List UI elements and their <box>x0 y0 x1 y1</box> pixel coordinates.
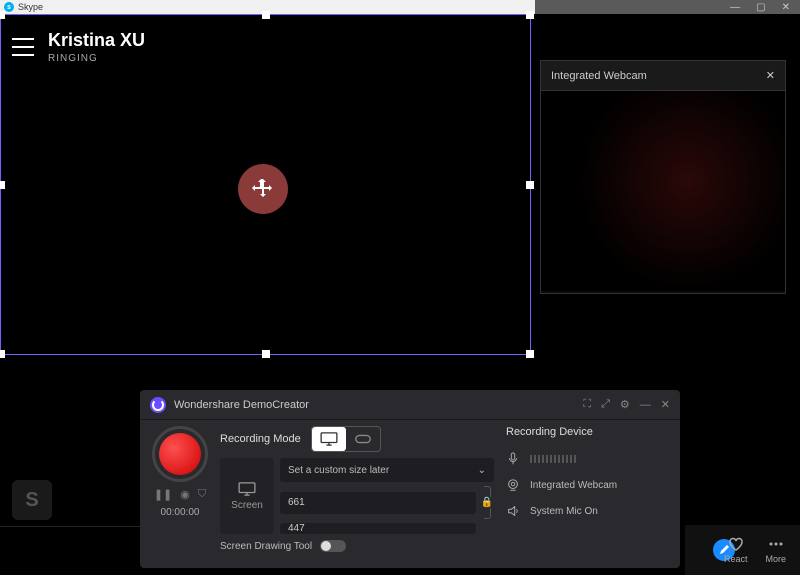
minimize-panel-button[interactable]: — <box>640 399 651 411</box>
height-input[interactable] <box>280 523 476 534</box>
speaker-icon <box>506 504 520 518</box>
call-status: RINGING <box>48 53 145 64</box>
capture-region-button[interactable]: ⛶ <box>583 398 591 411</box>
call-header: Kristina XU RINGING <box>0 14 535 80</box>
screen-source-tab[interactable]: Screen <box>220 458 274 534</box>
width-input[interactable] <box>280 492 476 514</box>
fullscreen-button[interactable]: ⤢ <box>601 398 610 411</box>
screen-tab-label: Screen <box>231 500 263 511</box>
screen-mode-button[interactable] <box>312 427 346 451</box>
lock-aspect-button[interactable]: 🔒 <box>480 486 494 519</box>
shield-button[interactable]: ⛉ <box>198 488 206 501</box>
secondary-window-controls: — ▢ ✕ <box>535 0 800 14</box>
webcam-title: Integrated Webcam <box>551 70 647 82</box>
gamepad-icon <box>354 432 372 446</box>
screen-drawing-label: Screen Drawing Tool <box>220 541 312 552</box>
democreator-header: Wondershare DemoCreator ⛶ ⤢ ⚙ — ✕ <box>140 390 680 420</box>
caller-name: Kristina XU <box>48 30 145 51</box>
audio-level-meter <box>530 455 576 463</box>
move-icon <box>251 177 275 201</box>
close-panel-button[interactable]: ✕ <box>661 398 670 411</box>
webcam-panel: Integrated Webcam ✕ <box>540 60 786 294</box>
skype-bottom-toolbar: React More <box>685 525 800 575</box>
move-handle[interactable] <box>238 164 288 214</box>
more-icon <box>768 536 784 552</box>
webcam-icon <box>506 478 520 492</box>
webcam-device-row[interactable]: Integrated Webcam <box>506 472 668 498</box>
mic-device-label: System Mic On <box>530 506 598 517</box>
pause-button[interactable]: ❚❚ <box>154 488 172 501</box>
heart-icon <box>728 536 744 552</box>
maximize-button[interactable]: ▢ <box>756 2 765 13</box>
democreator-title: Wondershare DemoCreator <box>174 399 309 411</box>
mic-level-row[interactable] <box>506 446 668 472</box>
monitor-icon <box>238 482 256 496</box>
screen-drawing-toggle[interactable] <box>320 540 346 552</box>
webcam-header: Integrated Webcam ✕ <box>541 61 785 91</box>
record-button[interactable] <box>152 426 208 482</box>
recording-timer: 00:00:00 <box>161 507 200 518</box>
menu-icon[interactable] <box>12 38 34 56</box>
size-preset-value: Set a custom size later <box>288 465 389 476</box>
democreator-panel: Wondershare DemoCreator ⛶ ⤢ ⚙ — ✕ ❚❚ ◉ ⛉… <box>140 390 680 568</box>
webcam-device-label: Integrated Webcam <box>530 480 617 491</box>
settings-button[interactable]: ⚙ <box>620 398 630 411</box>
webcam-close-button[interactable]: ✕ <box>766 69 775 82</box>
mic-device-row[interactable]: System Mic On <box>506 498 668 524</box>
close-button[interactable]: ✕ <box>782 2 790 13</box>
webcam-preview <box>541 91 785 291</box>
microphone-icon <box>506 452 520 466</box>
recording-device-label: Recording Device <box>506 426 668 438</box>
monitor-icon <box>320 432 338 446</box>
chevron-down-icon: ⌄ <box>478 465 486 476</box>
skype-icon: s <box>4 2 14 12</box>
react-button[interactable]: React <box>724 536 748 564</box>
democreator-logo-icon <box>150 397 166 413</box>
game-mode-button[interactable] <box>346 427 380 451</box>
more-label: More <box>765 554 786 564</box>
size-preset-select[interactable]: Set a custom size later ⌄ <box>280 458 494 482</box>
skype-taskbar-icon[interactable]: S <box>12 480 52 520</box>
recording-mode-label: Recording Mode <box>220 433 301 445</box>
react-label: React <box>724 554 748 564</box>
skype-call-area: Kristina XU RINGING <box>0 14 535 362</box>
stop-button[interactable]: ◉ <box>180 488 190 501</box>
minimize-button[interactable]: — <box>730 2 740 13</box>
more-button[interactable]: More <box>765 536 786 564</box>
separator <box>0 526 140 527</box>
skype-app-name: Skype <box>18 2 43 12</box>
